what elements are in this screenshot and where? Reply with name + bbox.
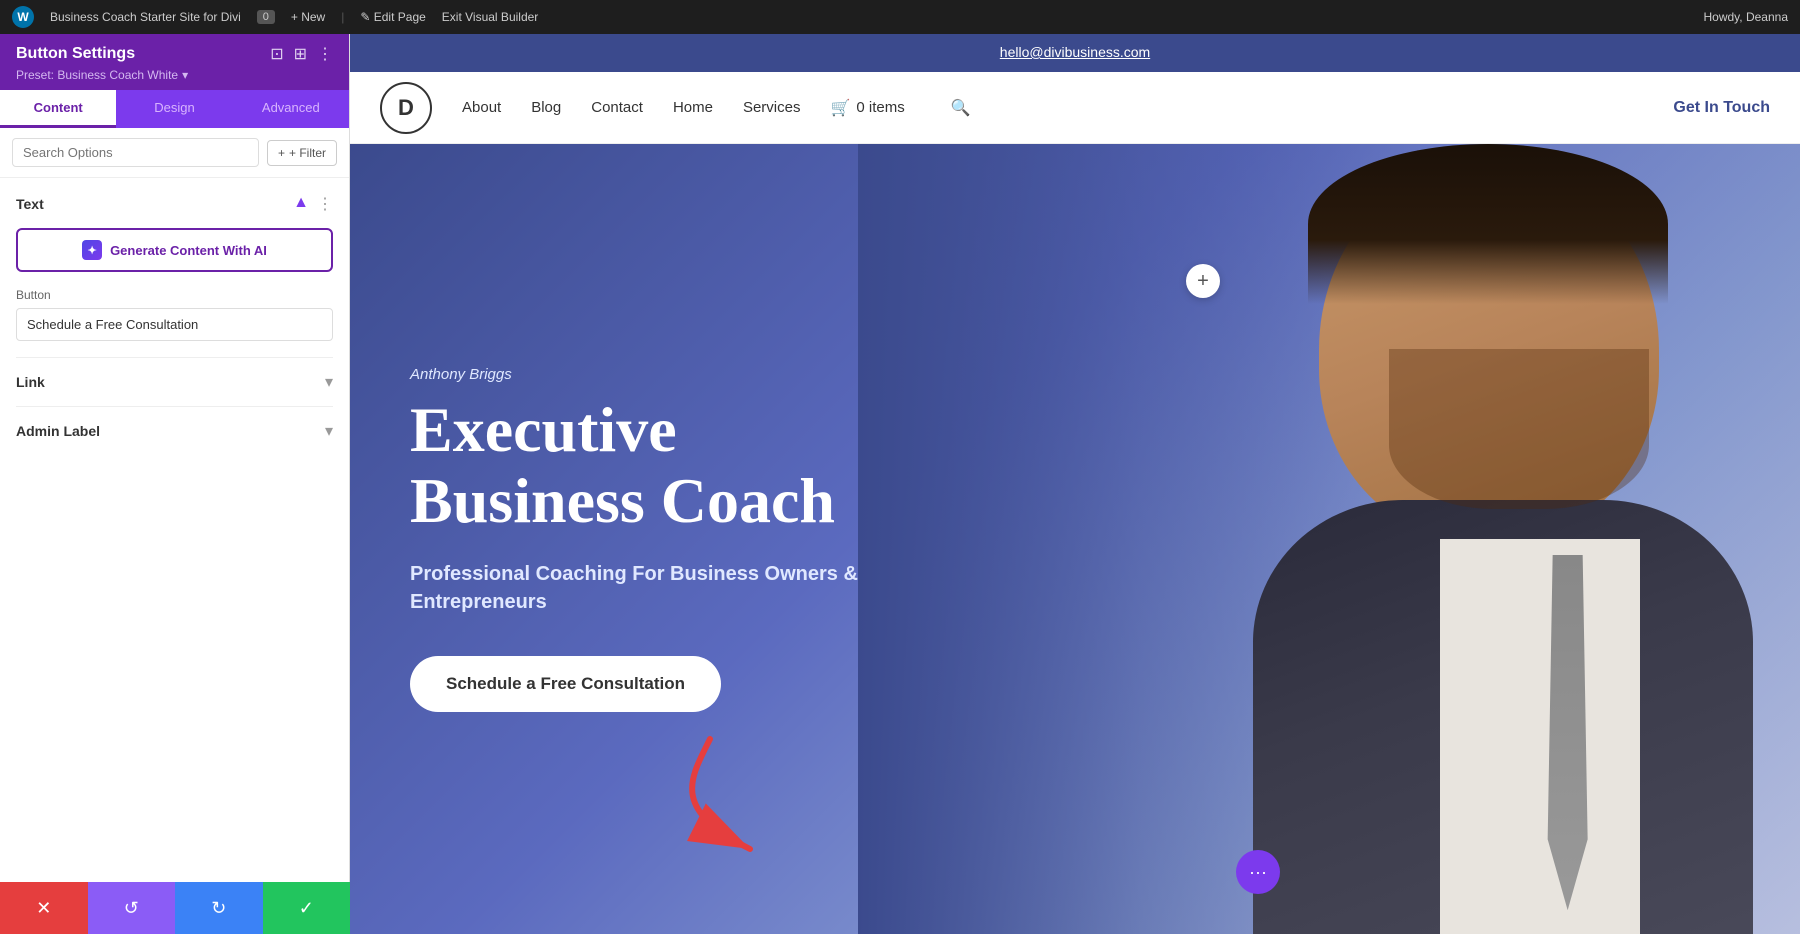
tab-advanced[interactable]: Advanced <box>233 90 349 128</box>
tab-content[interactable]: Content <box>0 90 116 128</box>
hero-title: Executive Business Coach <box>410 395 870 536</box>
text-section-title: Text <box>16 196 44 212</box>
admin-bar: W Business Coach Starter Site for Divi 0… <box>0 0 1800 34</box>
button-text-input[interactable] <box>16 308 333 341</box>
nav-home[interactable]: Home <box>673 99 713 116</box>
more-options-button[interactable]: ··· <box>1236 850 1280 894</box>
hero-cta-button[interactable]: Schedule a Free Consultation <box>410 656 721 712</box>
nav-services[interactable]: Services <box>743 99 801 116</box>
topbar-email-link[interactable]: hello@divibusiness.com <box>1000 44 1150 60</box>
save-button[interactable]: ✓ <box>263 882 351 934</box>
admin-label-header[interactable]: Admin Label ▾ <box>16 421 333 441</box>
site-preview: hello@divibusiness.com D About Blog Cont… <box>350 34 1800 934</box>
text-section-menu[interactable]: ⋮ <box>317 194 333 214</box>
save-icon: ✓ <box>299 898 314 919</box>
panel-title: Button Settings <box>16 45 135 63</box>
preset-chevron-icon: ▾ <box>182 68 188 82</box>
nav-about[interactable]: About <box>462 99 501 116</box>
nav-blog[interactable]: Blog <box>531 99 561 116</box>
redo-button[interactable]: ↻ <box>175 882 263 934</box>
panel-header: Button Settings ⊡ ⊞ ⋮ Preset: Business C… <box>0 34 349 90</box>
hero-author: Anthony Briggs <box>410 366 870 383</box>
link-section-title: Link <box>16 374 45 390</box>
admin-label-title: Admin Label <box>16 423 100 439</box>
link-section-header[interactable]: Link ▾ <box>16 372 333 392</box>
link-chevron-icon: ▾ <box>325 372 333 392</box>
new-link[interactable]: + New <box>291 10 325 24</box>
wp-icon[interactable]: W <box>12 6 34 28</box>
nav-contact[interactable]: Contact <box>591 99 643 116</box>
undo-icon: ↺ <box>124 898 139 919</box>
add-element-button[interactable]: + <box>1186 264 1220 298</box>
site-name-link[interactable]: Business Coach Starter Site for Divi <box>50 10 241 24</box>
text-section-collapse[interactable]: ▲ <box>293 194 309 214</box>
tab-design[interactable]: Design <box>116 90 232 128</box>
filter-button[interactable]: + + Filter <box>267 140 337 166</box>
button-settings-panel: Button Settings ⊡ ⊞ ⋮ Preset: Business C… <box>0 34 350 934</box>
exit-builder-link[interactable]: Exit Visual Builder <box>442 10 539 24</box>
more-icon[interactable]: ⋮ <box>317 44 333 64</box>
undo-button[interactable]: ↺ <box>88 882 176 934</box>
columns-icon[interactable]: ⊞ <box>294 44 307 64</box>
hero-background-image <box>858 144 1800 934</box>
cart-icon: 🛒 <box>830 98 850 118</box>
edit-page-link[interactable]: ✎ Edit Page <box>360 10 425 24</box>
site-navigation: D About Blog Contact Home Services 🛒 0 i… <box>350 72 1800 144</box>
hero-subtitle: Professional Coaching For Business Owner… <box>410 560 870 616</box>
hero-content: Anthony Briggs Executive Business Coach … <box>350 306 930 772</box>
cancel-icon: ✕ <box>36 898 51 919</box>
ai-icon: ✦ <box>82 240 102 260</box>
nav-links: About Blog Contact Home Services 🛒 0 ite… <box>462 98 971 118</box>
comments-link[interactable]: 0 <box>257 10 275 24</box>
admin-label-chevron-icon: ▾ <box>325 421 333 441</box>
link-section: Link ▾ <box>16 357 333 406</box>
search-options-input[interactable] <box>12 138 259 167</box>
site-name-text: Business Coach Starter Site for Divi <box>50 10 241 24</box>
preset-label[interactable]: Preset: Business Coach White ▾ <box>16 68 333 82</box>
panel-search-bar: + + Filter <box>0 128 349 178</box>
text-section: Text ▲ ⋮ ✦ Generate Content With AI Butt… <box>16 194 333 341</box>
user-greeting: Howdy, Deanna <box>1704 10 1789 24</box>
fullscreen-icon[interactable]: ⊡ <box>270 44 283 64</box>
button-field-label: Button <box>16 288 333 302</box>
button-text-field-group: Button <box>16 288 333 341</box>
nav-cart[interactable]: 🛒 0 items <box>830 98 904 118</box>
bottom-action-bar: ✕ ↺ ↻ ✓ <box>0 882 350 934</box>
redo-icon: ↻ <box>211 898 226 919</box>
filter-icon: + <box>278 146 285 160</box>
panel-tabs: Content Design Advanced <box>0 90 349 128</box>
nav-cta-link[interactable]: Get In Touch <box>1673 99 1770 117</box>
hero-section: Anthony Briggs Executive Business Coach … <box>350 144 1800 934</box>
panel-header-icons: ⊡ ⊞ ⋮ <box>270 44 333 64</box>
search-icon[interactable]: 🔍 <box>951 98 971 118</box>
generate-ai-button[interactable]: ✦ Generate Content With AI <box>16 228 333 272</box>
admin-label-section: Admin Label ▾ <box>16 406 333 455</box>
panel-content: Text ▲ ⋮ ✦ Generate Content With AI Butt… <box>0 178 349 883</box>
comment-count: 0 <box>257 10 275 24</box>
site-topbar: hello@divibusiness.com <box>350 34 1800 72</box>
site-logo: D <box>380 82 432 134</box>
cancel-button[interactable]: ✕ <box>0 882 88 934</box>
